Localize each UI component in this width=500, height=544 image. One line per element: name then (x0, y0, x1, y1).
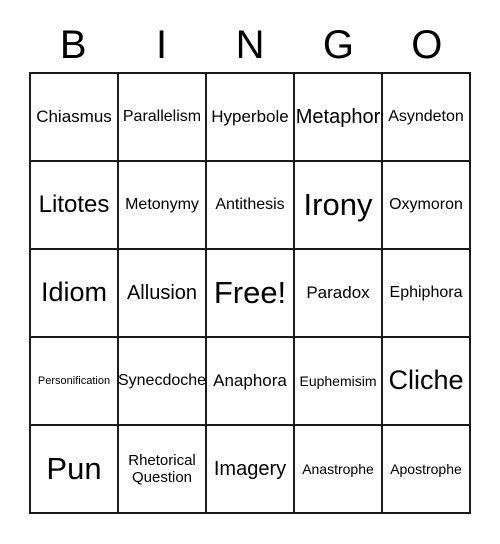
bingo-cell[interactable]: Oxymoron (383, 162, 471, 250)
bingo-cell-label: Parallelism (122, 107, 202, 125)
bingo-cell-label: Antithesis (215, 195, 285, 213)
bingo-cell[interactable]: Rhetorical Question (119, 426, 207, 514)
bingo-cell-label: Paradox (306, 283, 370, 303)
bingo-cell[interactable]: Idiom (31, 250, 119, 338)
bingo-cell-label: Imagery (213, 457, 287, 480)
bingo-cell-label: Free! (213, 275, 287, 311)
bingo-cell-label: Synecdoche (119, 371, 207, 389)
bingo-cell[interactable]: Paradox (295, 250, 383, 338)
bingo-cell[interactable]: Euphemisim (295, 338, 383, 426)
bingo-cell[interactable]: Allusion (119, 250, 207, 338)
bingo-cell-label: Rhetorical Question (128, 451, 196, 486)
bingo-cell[interactable]: Chiasmus (31, 74, 119, 162)
bingo-cell[interactable]: Irony (295, 162, 383, 250)
bingo-cell[interactable]: Anaphora (207, 338, 295, 426)
header-letter-n: N (235, 23, 265, 67)
bingo-cell[interactable]: Asyndeton (383, 74, 471, 162)
bingo-cell-free[interactable]: Free! (207, 250, 295, 338)
bingo-cell[interactable]: Personification (31, 338, 119, 426)
bingo-cell-label: Hyperbole (211, 107, 289, 127)
bingo-cell[interactable]: Apostrophe (383, 426, 471, 514)
bingo-cell[interactable]: Synecdoche (119, 338, 207, 426)
bingo-cell-label: Pun (46, 451, 102, 487)
bingo-cell[interactable]: Anastrophe (295, 426, 383, 514)
bingo-cell-label: Cliche (388, 365, 464, 396)
bingo-cell-label: Metonymy (125, 195, 199, 213)
bingo-cell-label: Litotes (38, 191, 110, 219)
bingo-cell-label: Euphemisim (299, 372, 377, 389)
bingo-cell[interactable]: Pun (31, 426, 119, 514)
bingo-cell-label: Personification (37, 374, 111, 387)
bingo-cell-label: Asyndeton (388, 107, 464, 125)
bingo-cell-label: Allusion (126, 281, 198, 304)
bingo-cell-label: Apostrophe (390, 460, 462, 477)
bingo-cell-label: Oxymoron (389, 195, 463, 213)
bingo-cell[interactable]: Litotes (31, 162, 119, 250)
bingo-cell-label: Anaphora (213, 371, 287, 391)
bingo-cell[interactable]: Cliche (383, 338, 471, 426)
bingo-cell-label: Anastrophe (302, 460, 374, 477)
bingo-cell-label: Chiasmus (36, 107, 112, 127)
bingo-cell-label: Metaphor (295, 105, 381, 128)
bingo-cell[interactable]: Hyperbole (207, 74, 295, 162)
header-letter-o: O (411, 23, 443, 67)
bingo-grid: Chiasmus Parallelism Hyperbole Metaphor … (29, 72, 471, 514)
bingo-cell-label: Idiom (40, 277, 108, 308)
bingo-cell[interactable]: Metaphor (295, 74, 383, 162)
bingo-cell[interactable]: Metonymy (119, 162, 207, 250)
header-letter-i: I (156, 23, 168, 67)
bingo-cell-label: Irony (303, 187, 373, 223)
header-letter-b: B (59, 23, 87, 67)
bingo-card: B I N G O Chiasmus Parallelism Hyperbole… (0, 0, 500, 544)
bingo-cell[interactable]: Antithesis (207, 162, 295, 250)
header-letter-g: G (322, 23, 354, 67)
bingo-header: B I N G O (29, 18, 471, 72)
bingo-cell[interactable]: Imagery (207, 426, 295, 514)
bingo-cell[interactable]: Parallelism (119, 74, 207, 162)
bingo-cell[interactable]: Ephiphora (383, 250, 471, 338)
bingo-cell-label: Ephiphora (389, 283, 463, 301)
